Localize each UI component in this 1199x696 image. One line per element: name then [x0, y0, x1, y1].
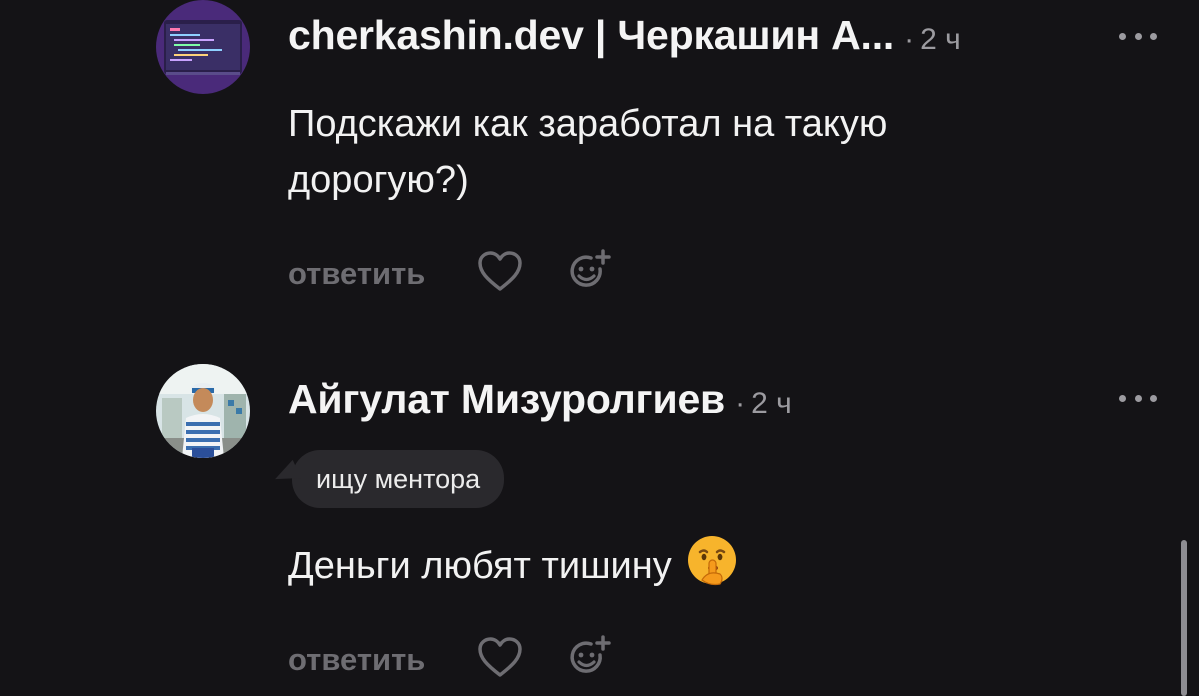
comment-time: 2 ч — [920, 23, 961, 56]
author-name[interactable]: Айгулат Мизуролгиев — [288, 376, 725, 423]
reply-button[interactable]: ответить — [288, 256, 425, 292]
separator-dot: · — [735, 387, 746, 420]
person-photo-avatar-image — [156, 364, 250, 458]
shushing-face-emoji-icon — [686, 534, 738, 602]
comment-text: Подскажи как заработал на такую дорогую?… — [288, 103, 888, 201]
more-dots-icon[interactable] — [1119, 30, 1157, 42]
comment-time: 2 ч — [751, 387, 792, 420]
author-name[interactable]: cherkashin.dev | Черкашин А... — [288, 12, 894, 59]
comments-thread: cherkashin.dev | Черкашин А... · 2 ч Под… — [0, 0, 1199, 696]
avatar[interactable] — [156, 364, 250, 458]
comment-actions: ответить — [288, 634, 613, 685]
status-badge-label: ищу ментора — [316, 463, 481, 494]
separator-dot: · — [904, 23, 915, 56]
heart-icon[interactable] — [477, 250, 523, 297]
scrollbar[interactable] — [1181, 540, 1187, 696]
avatar[interactable] — [156, 0, 250, 94]
comment-header: cherkashin.dev | Черкашин А... · 2 ч — [288, 12, 961, 59]
heart-icon[interactable] — [477, 636, 523, 683]
code-screen-avatar-image — [156, 0, 250, 94]
comment-header: Айгулат Мизуролгиев · 2 ч — [288, 376, 792, 423]
reply-button[interactable]: ответить — [288, 642, 425, 678]
more-dots-icon[interactable] — [1119, 392, 1157, 404]
add-reaction-icon[interactable] — [567, 248, 613, 299]
add-reaction-icon[interactable] — [567, 634, 613, 685]
status-badge: ищу ментора — [292, 450, 505, 508]
comment-actions: ответить — [288, 248, 613, 299]
comment-text: Деньги любят тишину — [288, 534, 1048, 602]
comment-text-content: Деньги любят тишину — [288, 545, 672, 588]
